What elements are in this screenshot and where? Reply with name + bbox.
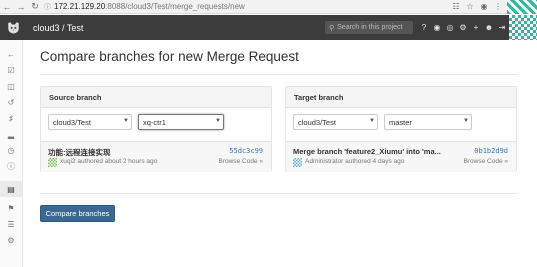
- forward-arrow-icon[interactable]: →: [14, 0, 28, 14]
- url-host: 172.21.129.20: [54, 2, 106, 11]
- chevron-down-icon: ▼: [369, 118, 375, 124]
- sidebar-network-icon[interactable]: ♯: [0, 110, 22, 126]
- sign-out-icon[interactable]: ⇥: [497, 23, 507, 33]
- source-author-avatar: [48, 158, 57, 167]
- project-title[interactable]: cloud3 / Test: [33, 23, 325, 33]
- sidebar-merge-requests-icon[interactable]: ▤: [0, 181, 22, 197]
- target-commit-message[interactable]: Merge branch 'feature2_Xiumu' into 'ma..…: [293, 147, 441, 156]
- sidebar-project-icon[interactable]: ☑: [0, 62, 22, 78]
- sidebar-settings-icon[interactable]: ⚙: [0, 232, 22, 248]
- chevron-down-icon: ▼: [123, 118, 129, 124]
- sidebar-graphs-icon[interactable]: ▂: [0, 126, 22, 142]
- browser-toolbar: ← → ↻ ⓘ 172.21.129.20:8088/cloud3/Test/m…: [0, 0, 537, 14]
- chevron-down-icon: ▼: [463, 118, 469, 124]
- target-author-avatar: [293, 158, 302, 167]
- project-sidebar: ← ☑ ◫ ↺ ♯ ▂ ◷ ⓘ ▤ ⚑ ☰ ⚙: [0, 40, 23, 267]
- help-icon[interactable]: ?: [419, 23, 429, 33]
- target-commit-sha[interactable]: 0b1b2d9d: [474, 147, 508, 155]
- sidebar-back-icon[interactable]: ←: [0, 46, 22, 62]
- globe-icon[interactable]: ◎: [445, 23, 455, 33]
- info-icon: ⓘ: [44, 3, 51, 11]
- address-bar[interactable]: ⓘ 172.21.129.20:8088/cloud3/Test/merge_r…: [44, 1, 451, 12]
- translate-icon[interactable]: ☷: [451, 2, 461, 12]
- star-icon[interactable]: ☆: [465, 2, 475, 12]
- user-avatar[interactable]: [509, 15, 537, 40]
- source-browse-code-link[interactable]: Browse Code »: [219, 158, 263, 165]
- settings-icon[interactable]: ⚙: [458, 23, 468, 33]
- app-header: cloud3 / Test ⚲ Search in this project ?…: [0, 15, 537, 40]
- url-path: :8088/cloud3/Test/merge_requests/new: [105, 2, 245, 11]
- reload-icon[interactable]: ↻: [28, 0, 42, 14]
- source-branch-select[interactable]: xq-ctr1 ▼: [138, 114, 224, 130]
- source-commit-message[interactable]: 功能:远程连接实现: [48, 147, 111, 158]
- source-branch-panel: Source branch cloud3/Test ▼ xq-ctr1 ▼ 功能…: [40, 86, 272, 172]
- chevron-down-icon: ▼: [215, 118, 221, 124]
- explore-icon[interactable]: ◉: [432, 23, 442, 33]
- new-project-icon[interactable]: +: [471, 23, 481, 33]
- target-branch-value: master: [389, 117, 412, 127]
- sidebar-issues-icon[interactable]: ⓘ: [0, 158, 22, 174]
- sidebar-wiki-icon[interactable]: ☰: [0, 216, 22, 232]
- source-project-value: cloud3/Test: [53, 117, 91, 127]
- source-project-select[interactable]: cloud3/Test ▼: [48, 114, 132, 130]
- target-project-select[interactable]: cloud3/Test ▼: [293, 114, 378, 130]
- sidebar-milestones-icon[interactable]: ◷: [0, 142, 22, 158]
- compare-branches-button[interactable]: Compare branches: [40, 205, 115, 222]
- sidebar-history-icon[interactable]: ↺: [0, 94, 22, 110]
- target-branch-select[interactable]: master ▼: [384, 114, 472, 130]
- title-divider: [40, 74, 517, 75]
- browser-profile-avatar[interactable]: [507, 0, 537, 14]
- target-commit-info: Merge branch 'feature2_Xiumu' into 'ma..…: [286, 141, 516, 172]
- search-placeholder: Search in this project: [337, 24, 403, 31]
- source-commit-info: 功能:远程连接实现 55dc3c99 xuqi2 authored about …: [41, 141, 271, 172]
- page-title: Compare branches for new Merge Request: [40, 49, 299, 64]
- target-branch-panel: Target branch cloud3/Test ▼ master ▼ Mer…: [285, 86, 517, 172]
- target-browse-code-link[interactable]: Browse Code »: [464, 158, 508, 165]
- back-arrow-icon[interactable]: ←: [0, 0, 14, 14]
- source-commit-sha[interactable]: 55dc3c99: [229, 147, 263, 155]
- source-branch-heading: Source branch: [41, 87, 271, 108]
- form-divider: [40, 193, 517, 194]
- gitlab-logo-icon[interactable]: [0, 15, 27, 40]
- target-project-value: cloud3/Test: [298, 117, 336, 127]
- sidebar-files-icon[interactable]: ◫: [0, 78, 22, 94]
- search-icon: ⚲: [329, 24, 335, 32]
- search-input[interactable]: ⚲ Search in this project: [325, 21, 413, 34]
- menu-icon[interactable]: ⋮: [493, 2, 503, 12]
- extension-icon[interactable]: ◉: [479, 2, 489, 12]
- source-branch-value: xq-ctr1: [143, 117, 166, 127]
- target-branch-heading: Target branch: [286, 87, 516, 108]
- target-commit-meta: Administrator authored 4 days ago: [305, 158, 405, 165]
- profile-icon[interactable]: ☻: [484, 23, 494, 33]
- sidebar-labels-icon[interactable]: ⚑: [0, 200, 22, 216]
- source-commit-meta: xuqi2 authored about 2 hours ago: [60, 158, 158, 165]
